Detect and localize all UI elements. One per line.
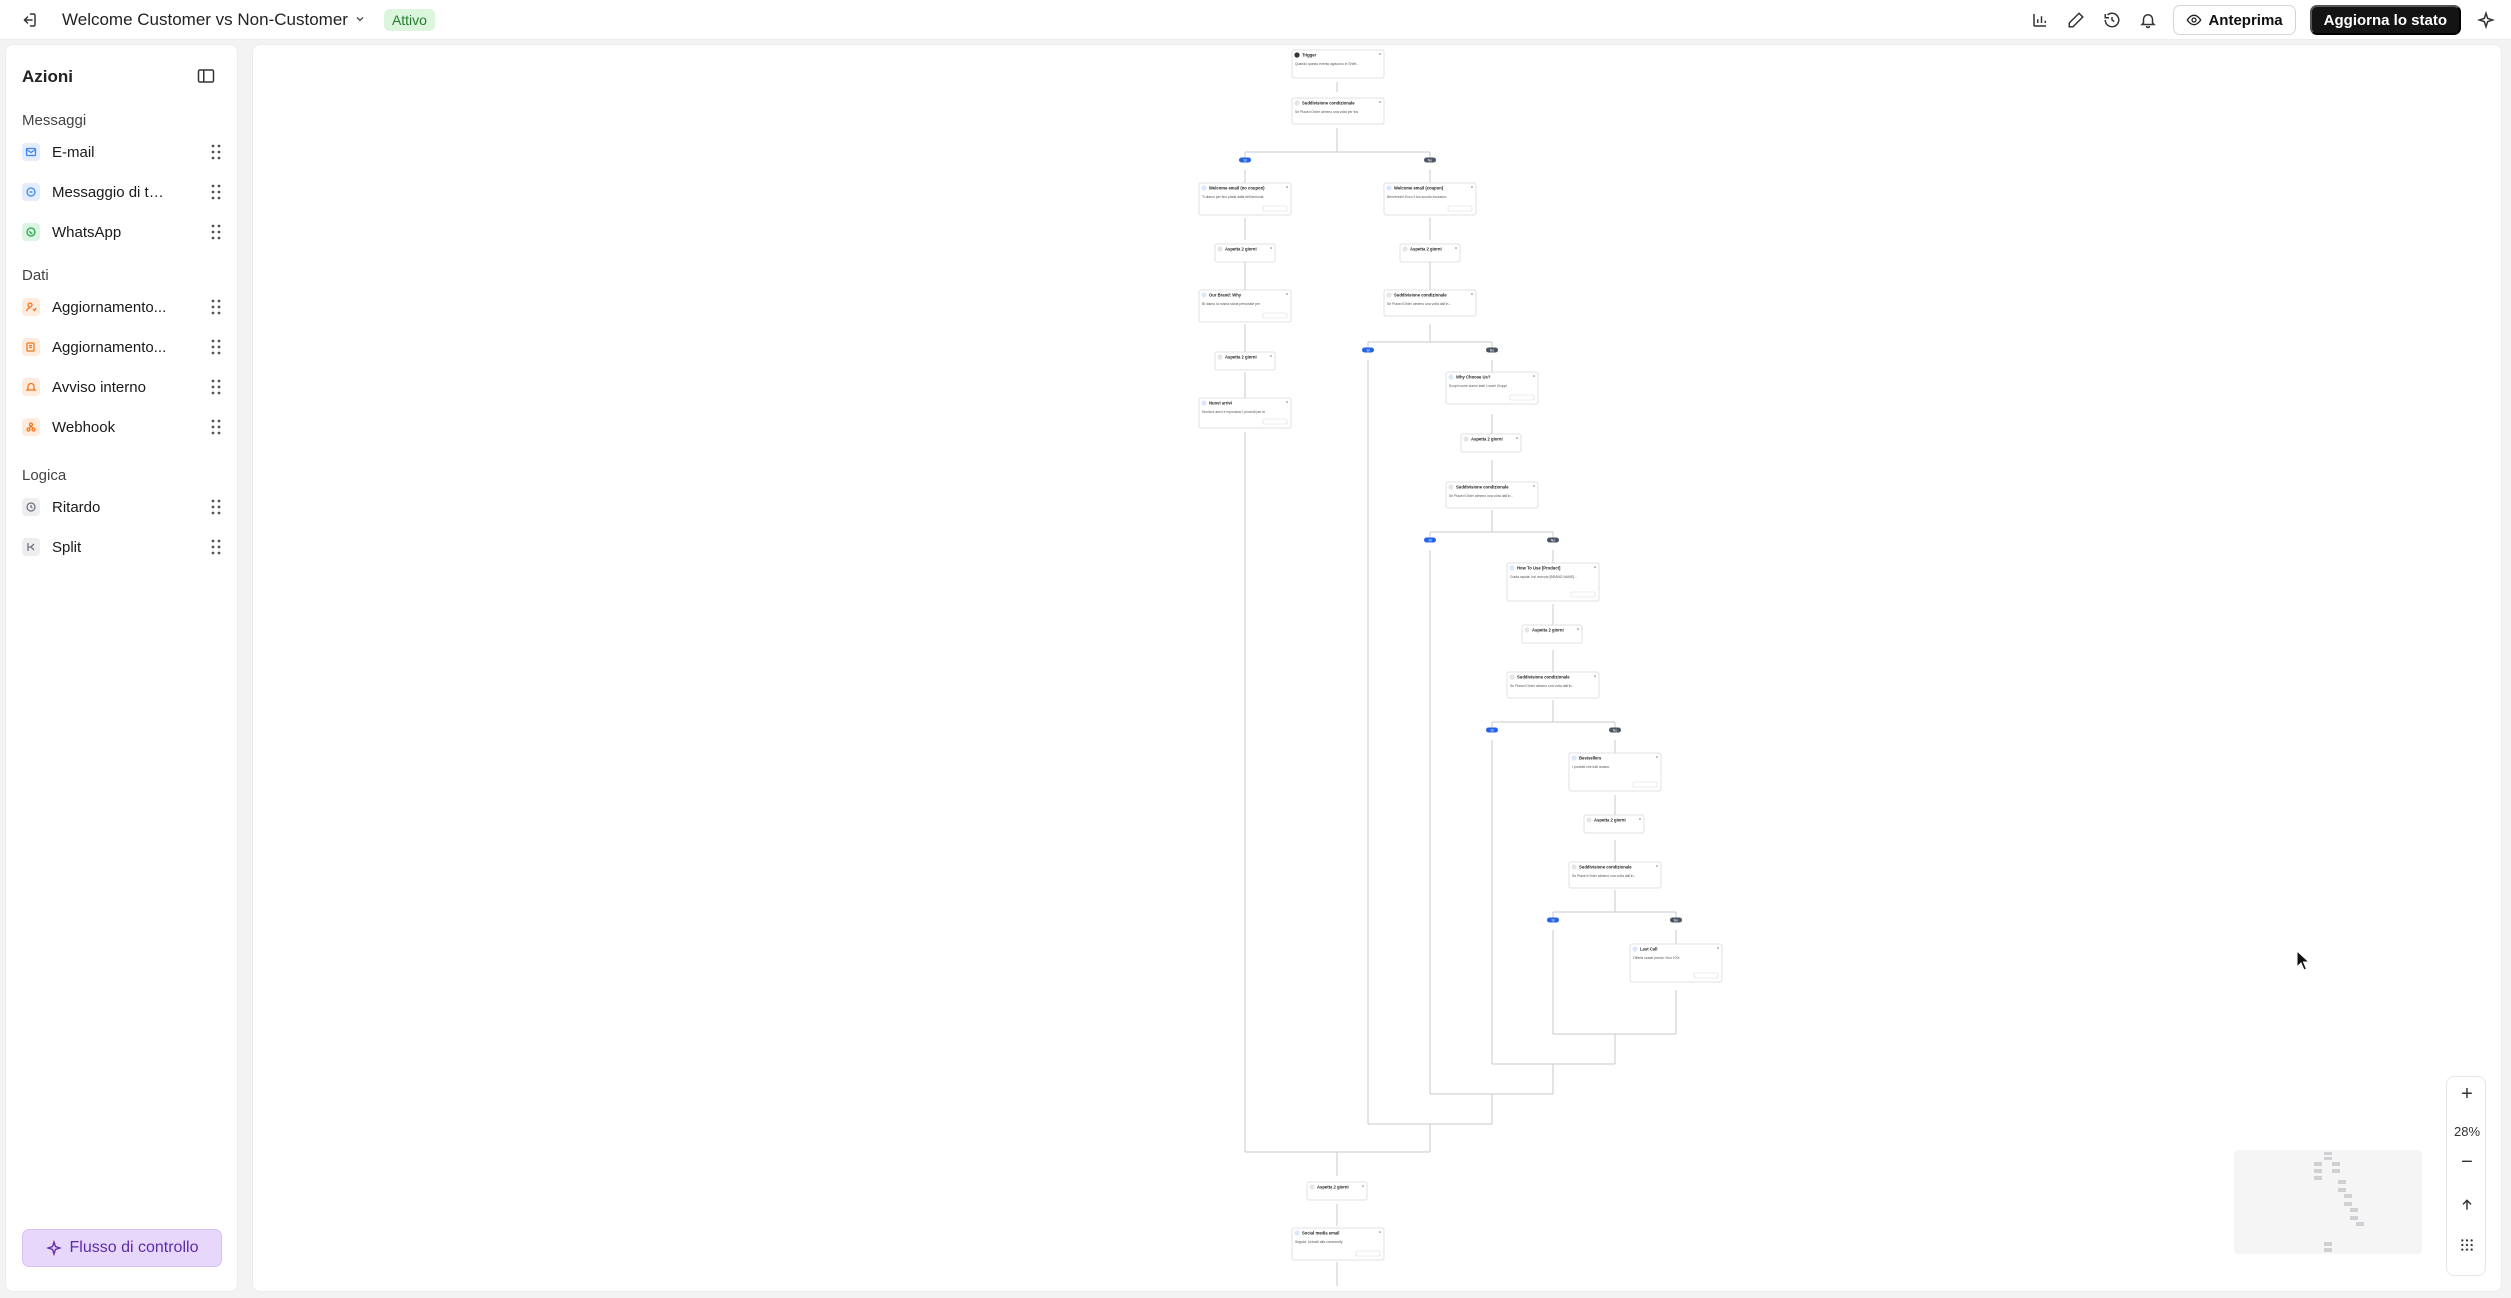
clock-icon [22, 498, 40, 516]
edit-icon[interactable] [2065, 9, 2087, 31]
drag-handle-icon[interactable] [211, 379, 221, 395]
sidebar-item-whatsapp[interactable]: WhatsApp [22, 217, 227, 247]
record-update-icon [22, 338, 40, 356]
arrow-up-icon[interactable] [2447, 1197, 2487, 1218]
bell-icon[interactable] [2137, 9, 2159, 31]
sidebar-item-label: Split [52, 538, 82, 556]
drag-handle-icon[interactable] [211, 539, 221, 555]
sidebar-item-label: Ritardo [52, 498, 101, 516]
sidebar-title: Azioni [22, 67, 73, 86]
top-bar: Welcome Customer vs Non-Customer Attivo … [0, 0, 2511, 40]
header-left: Welcome Customer vs Non-Customer Attivo [18, 0, 435, 40]
minimap-graph [2314, 1152, 2364, 1252]
preview-label: Anteprima [2208, 11, 2283, 29]
sidebar-item-email[interactable]: E-mail [22, 137, 227, 167]
chevron-down-icon[interactable] [354, 13, 366, 28]
grid-icon[interactable] [2447, 1237, 2487, 1258]
drag-handle-icon[interactable] [211, 339, 221, 355]
sidebar-item-label: Webhook [52, 418, 116, 436]
history-icon[interactable] [2101, 9, 2123, 31]
sidebar-item-label: Aggiornamento... [52, 298, 167, 316]
eye-icon [2187, 14, 2202, 26]
sidebar-item-internal-alert[interactable]: Avviso interno [22, 372, 227, 402]
sidebar-item-label: Aggiornamento... [52, 338, 167, 356]
sidebar-toggle-icon[interactable] [197, 68, 215, 89]
flow-title[interactable]: Welcome Customer vs Non-Customer [62, 10, 348, 30]
drag-handle-icon[interactable] [211, 144, 221, 160]
preview-button[interactable]: Anteprima [2173, 5, 2296, 35]
sidebar-item-text-message[interactable]: Messaggio di testo [22, 177, 227, 207]
sidebar-item-delay[interactable]: Ritardo [22, 492, 227, 522]
section-messages: Messaggi [22, 112, 87, 129]
zoom-out-button[interactable]: − [2447, 1151, 2487, 1174]
drag-handle-icon[interactable] [211, 419, 221, 435]
sidebar-item-contact-update[interactable]: Aggiornamento... [22, 292, 227, 322]
header-right: Anteprima Aggiorna lo stato [2029, 0, 2497, 40]
drag-handle-icon[interactable] [211, 499, 221, 515]
section-data: Dati [22, 267, 49, 284]
update-status-button[interactable]: Aggiorna lo stato [2309, 5, 2461, 35]
webhook-icon [22, 418, 40, 436]
sidebar-item-label: Avviso interno [52, 378, 146, 396]
analytics-icon[interactable] [2029, 9, 2051, 31]
minimap[interactable] [2234, 1150, 2422, 1254]
sidebar-item-label: WhatsApp [52, 223, 122, 241]
drag-handle-icon[interactable] [211, 299, 221, 315]
section-logic: Logica [22, 467, 67, 484]
mouse-cursor-icon [2296, 950, 2311, 971]
message-icon [22, 183, 40, 201]
zoom-level: 28% [2453, 1124, 2481, 1139]
split-icon [22, 538, 40, 556]
mail-icon [22, 143, 40, 161]
zoom-controls: + 28% − [2446, 1076, 2486, 1276]
status-badge: Attivo [383, 9, 435, 31]
sidebar-item-webhook[interactable]: Webhook [22, 412, 227, 442]
bell-icon [22, 378, 40, 396]
actions-sidebar: Azioni Messaggi E-mail Messaggio di test… [5, 44, 238, 1292]
zoom-in-button[interactable]: + [2447, 1083, 2487, 1106]
drag-handle-icon[interactable] [211, 224, 221, 240]
sparkle-icon[interactable] [2475, 9, 2497, 31]
sidebar-item-split[interactable]: Split [22, 532, 227, 562]
flow-canvas[interactable] [252, 44, 2502, 1292]
control-flow-label: Flusso di controllo [69, 1239, 199, 1256]
sparkle-icon [45, 1240, 62, 1256]
sidebar-item-label: Messaggio di testo [52, 183, 170, 201]
user-update-icon [22, 298, 40, 316]
control-flow-button[interactable]: Flusso di controllo [22, 1229, 222, 1267]
drag-handle-icon[interactable] [211, 184, 221, 200]
exit-icon[interactable] [18, 9, 40, 31]
whatsapp-icon [22, 223, 40, 241]
sidebar-item-label: E-mail [52, 143, 95, 161]
sidebar-item-record-update[interactable]: Aggiornamento... [22, 332, 227, 362]
